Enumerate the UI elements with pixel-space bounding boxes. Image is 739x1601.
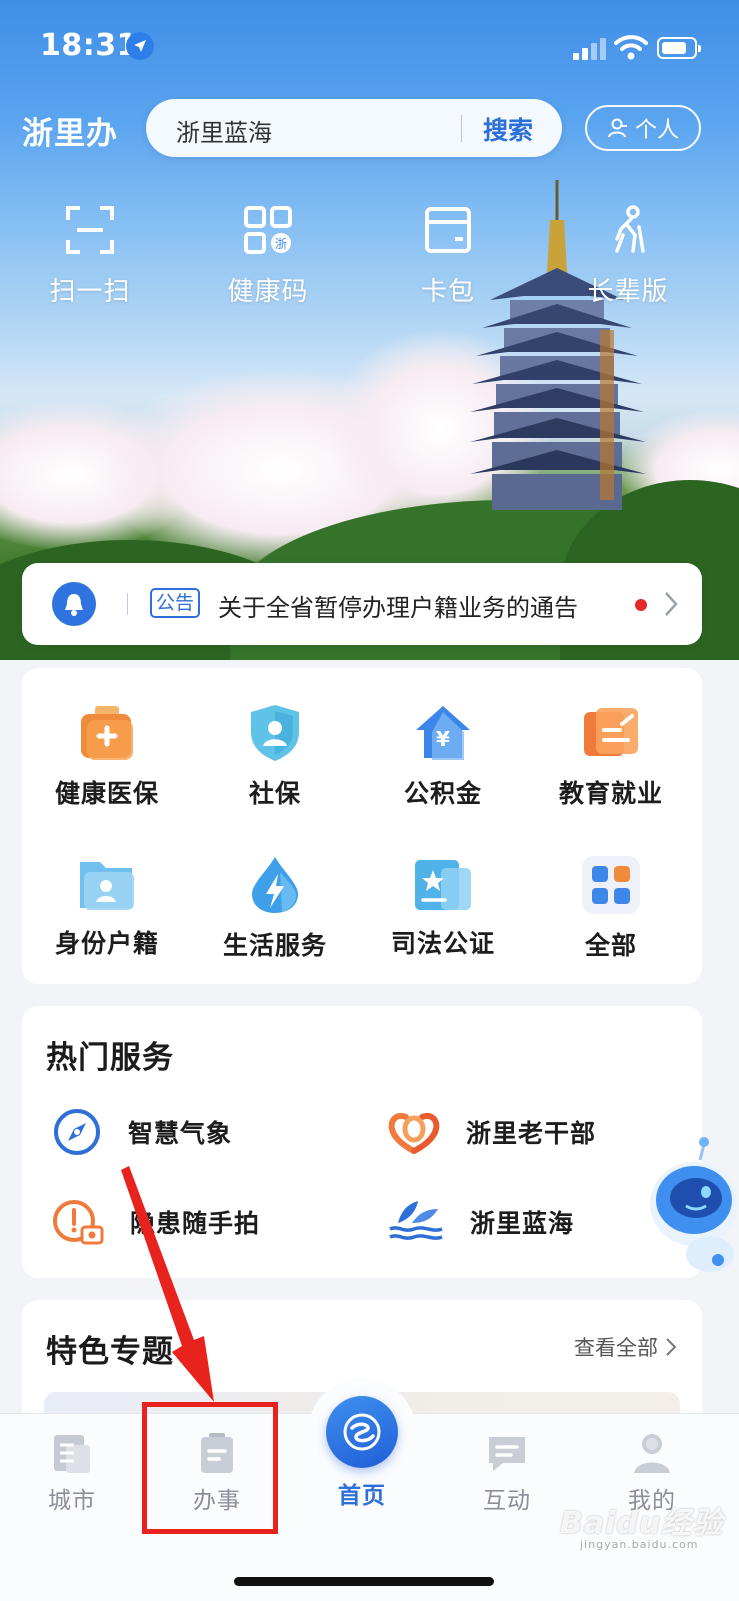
quick-action-label: 长辈版 xyxy=(587,277,669,307)
search-divider xyxy=(461,115,462,142)
hot-service-label: 智慧气象 xyxy=(128,1119,233,1148)
lightning-drop-icon xyxy=(252,857,298,913)
elder-mode-icon xyxy=(615,205,645,253)
hot-services-title: 热门服务 xyxy=(46,1040,174,1076)
tab-label: 互动 xyxy=(483,1488,531,1514)
quick-action-card-wallet[interactable]: 卡包 xyxy=(378,205,518,308)
service-label: 教育就业 xyxy=(558,779,663,808)
chevron-right-icon xyxy=(666,1338,676,1356)
education-icon xyxy=(584,708,638,756)
notice-divider xyxy=(127,593,128,615)
service-housing-fund[interactable]: ¥ 公积金 xyxy=(358,702,528,810)
hot-service-hazard-photo[interactable]: 隐患随手拍 xyxy=(52,1194,260,1250)
location-arrow-icon xyxy=(126,32,154,60)
person-switch-icon xyxy=(607,118,627,138)
quick-action-health-code[interactable]: 浙 健康码 xyxy=(198,205,338,308)
tab-city[interactable]: 城市 xyxy=(17,1431,127,1515)
personal-mode-button[interactable]: 个人 xyxy=(585,105,701,151)
hot-service-veteran-cadres[interactable]: 浙里老干部 xyxy=(388,1104,596,1160)
service-label: 健康医保 xyxy=(54,779,159,808)
search-bar[interactable]: 浙里蓝海 搜索 xyxy=(146,99,562,157)
wifi-icon xyxy=(614,35,648,60)
scan-icon xyxy=(66,206,114,254)
notice-tag: 公告 xyxy=(150,588,201,618)
robot-assistant-icon[interactable] xyxy=(640,1136,739,1278)
user-icon xyxy=(634,1434,670,1473)
quick-action-label: 健康码 xyxy=(227,277,309,307)
baidu-watermark: Baidu经验 jingyan.baidu.com xyxy=(560,1498,723,1551)
hot-service-label: 隐患随手拍 xyxy=(130,1209,261,1238)
heart-ring-icon xyxy=(388,1113,440,1154)
service-label: 公积金 xyxy=(403,779,482,808)
app-logo: 浙里办 xyxy=(22,116,118,152)
watermark-brand: Baidu经验 xyxy=(560,1506,724,1541)
quick-action-scan[interactable]: 扫一扫 xyxy=(20,205,160,308)
hot-service-label: 浙里老干部 xyxy=(466,1119,597,1148)
notice-text[interactable]: 关于全省暂停办理户籍业务的通告 xyxy=(218,588,578,623)
city-doc-icon xyxy=(54,1435,90,1473)
home-logo-icon[interactable] xyxy=(326,1396,398,1468)
svg-text:浙: 浙 xyxy=(275,237,287,251)
see-all-label: 查看全部 xyxy=(574,1336,658,1360)
quick-action-label: 卡包 xyxy=(420,277,475,307)
search-button[interactable]: 搜索 xyxy=(483,111,533,147)
battery-icon xyxy=(657,37,701,59)
hot-service-blue-sea[interactable]: 浙里蓝海 xyxy=(388,1194,574,1250)
card-wallet-icon xyxy=(425,207,471,253)
tab-home[interactable]: 首页 xyxy=(307,1470,417,1510)
quick-action-label: 扫一扫 xyxy=(49,277,131,307)
service-label: 生活服务 xyxy=(222,931,327,960)
tab-interaction[interactable]: 互动 xyxy=(452,1431,562,1515)
bell-icon xyxy=(52,582,96,626)
tab-label: 首页 xyxy=(338,1483,386,1509)
notice-bar[interactable]: 公告 关于全省暂停办理户籍业务的通告 xyxy=(22,563,702,645)
id-folder-icon xyxy=(80,862,134,910)
see-all-link[interactable]: 查看全部 xyxy=(574,1332,676,1362)
health-code-icon: 浙 xyxy=(244,206,292,254)
justice-card-icon xyxy=(415,860,471,910)
search-input[interactable]: 浙里蓝海 xyxy=(176,113,272,148)
featured-title: 特色专题 xyxy=(46,1334,174,1370)
home-indicator xyxy=(234,1577,494,1586)
cellular-signal-icon xyxy=(573,38,606,60)
service-social-security[interactable]: 社保 xyxy=(190,702,360,810)
tab-label: 城市 xyxy=(48,1488,96,1514)
service-health-insurance[interactable]: 健康医保 xyxy=(22,702,192,810)
status-bar: 18:31 xyxy=(0,0,739,95)
compass-icon xyxy=(54,1109,100,1155)
house-yuan-icon: ¥ xyxy=(416,706,470,760)
service-life-services[interactable]: 生活服务 xyxy=(190,854,360,962)
shield-person-icon xyxy=(251,705,299,761)
quick-action-elder-mode[interactable]: 长辈版 xyxy=(558,205,698,308)
medical-kit-icon xyxy=(81,706,133,760)
service-education-employment[interactable]: 教育就业 xyxy=(526,702,696,810)
hot-services-section: 热门服务 智慧气象 浙里老干部 隐患随手拍 浙里蓝海 xyxy=(22,1006,702,1278)
annotation-highlight-box xyxy=(142,1402,278,1534)
service-grid: 健康医保 社保 ¥ 公积金 教育就业 身份户籍 生活服务 司法公证 全部 xyxy=(22,668,702,984)
alert-camera-icon xyxy=(53,1200,104,1245)
status-time: 18:31 xyxy=(40,28,138,63)
service-label: 全部 xyxy=(584,931,637,960)
service-judicial-notary[interactable]: 司法公证 xyxy=(358,854,528,960)
all-grid-icon xyxy=(582,856,640,914)
chat-bubble-icon xyxy=(489,1437,525,1471)
hot-service-label: 浙里蓝海 xyxy=(470,1209,575,1238)
unread-dot xyxy=(635,599,647,611)
service-label: 身份户籍 xyxy=(54,929,159,958)
service-label: 社保 xyxy=(248,779,301,808)
chevron-right-icon xyxy=(665,592,678,616)
svg-text:¥: ¥ xyxy=(436,727,450,751)
hot-service-smart-weather[interactable]: 智慧气象 xyxy=(52,1104,232,1160)
service-label: 司法公证 xyxy=(390,929,495,958)
wave-leaf-icon xyxy=(389,1201,443,1240)
service-all[interactable]: 全部 xyxy=(526,854,696,962)
service-identity-household[interactable]: 身份户籍 xyxy=(22,854,192,960)
personal-label: 个人 xyxy=(634,118,679,143)
